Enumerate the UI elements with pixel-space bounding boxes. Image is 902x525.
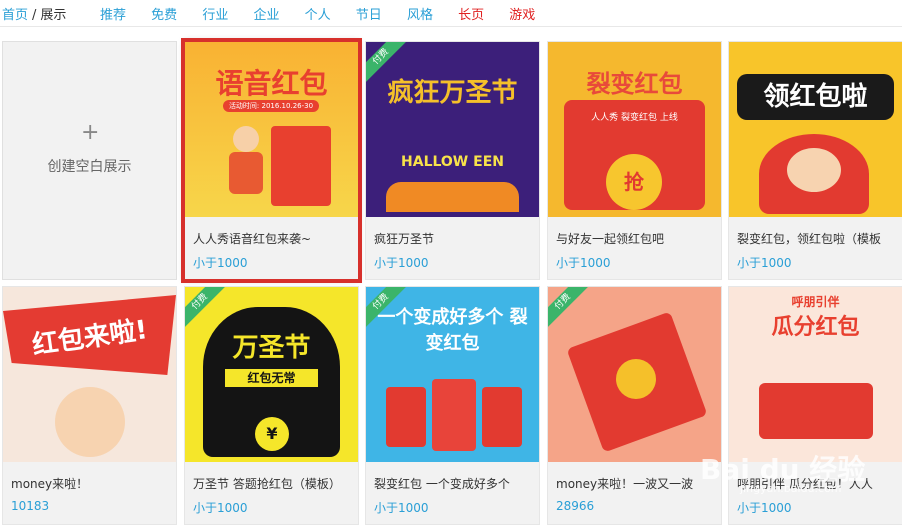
- template-card[interactable]: 领红包啦 裂变红包，领红包啦（模板 小于1000: [728, 41, 902, 280]
- template-caption: money来啦！一波又一波 28966: [548, 462, 721, 524]
- pumpkin-graphic: [386, 182, 519, 212]
- template-card[interactable]: 付费 money来啦！一波又一波 28966: [547, 286, 722, 525]
- create-blank-label: 创建空白展示: [47, 159, 132, 175]
- template-card[interactable]: 红包来啦! money来啦！ 10183: [2, 286, 177, 525]
- breadcrumb-current: 展示: [40, 8, 67, 23]
- template-title: 裂变红包，领红包啦（模板: [737, 232, 882, 246]
- thumbnail-subtitle: 红包无常: [225, 369, 318, 387]
- template-title: 与好友一起领红包吧: [556, 232, 665, 246]
- breadcrumb-separator: /: [32, 8, 37, 23]
- thumbnail-title: 万圣节: [232, 333, 311, 363]
- template-title: 万圣节 答题抢红包（模板）: [193, 477, 341, 491]
- template-price: 小于1000: [556, 256, 611, 270]
- watermark-url: jingyan.baidu.com: [740, 482, 842, 495]
- person-body-graphic: [229, 152, 263, 194]
- coin-icon: [616, 359, 656, 399]
- red-envelope-graphic: [271, 126, 331, 206]
- thumbnail-title: 瓜分红包: [771, 315, 860, 340]
- thumbnail-title: 领红包啦: [737, 74, 894, 120]
- person-graphic: [55, 387, 125, 457]
- nav-style[interactable]: 风格: [407, 4, 433, 23]
- template-thumbnail: 语音红包 活动时间: 2016.10.26-30: [185, 42, 358, 217]
- template-price: 小于1000: [374, 501, 429, 515]
- template-title: 裂变红包 一个变成好多个: [374, 477, 510, 491]
- nav-game[interactable]: 游戏: [509, 4, 535, 23]
- template-card[interactable]: 裂变红包 人人秀 裂变红包 上线 抢 与好友一起领红包吧 小于1000: [547, 41, 722, 280]
- template-caption: 疯狂万圣节 小于1000: [366, 217, 539, 279]
- template-caption: 裂变红包，领红包啦（模板 小于1000: [729, 217, 902, 279]
- red-envelope-graphic: [759, 383, 873, 439]
- thumbnail-subtitle: 呼朋引伴: [791, 295, 840, 309]
- red-envelope-graphic: [432, 379, 476, 451]
- nav-enterprise[interactable]: 企业: [253, 4, 279, 23]
- thumbnail-title: 疯狂万圣节: [387, 78, 518, 108]
- template-card[interactable]: 一个变成好多个 裂变红包 付费 裂变红包 一个变成好多个 小于1000: [365, 286, 540, 525]
- template-title: 疯狂万圣节: [374, 232, 435, 246]
- template-price: 10183: [11, 499, 50, 513]
- template-price: 小于1000: [374, 256, 429, 270]
- red-envelope-graphic: [386, 387, 426, 447]
- template-price: 小于1000: [193, 501, 248, 515]
- template-price: 小于1000: [737, 256, 792, 270]
- nav-holiday[interactable]: 节日: [356, 4, 382, 23]
- face-graphic: [787, 148, 841, 192]
- nav-recommend[interactable]: 推荐: [100, 4, 126, 23]
- template-thumbnail: 裂变红包 人人秀 裂变红包 上线 抢: [548, 42, 721, 217]
- nav-personal[interactable]: 个人: [305, 4, 331, 23]
- template-thumbnail: 呼朋引伴 瓜分红包: [729, 287, 902, 462]
- template-price: 小于1000: [193, 256, 248, 270]
- template-caption: money来啦！ 10183: [3, 462, 176, 524]
- thumbnail-title: 裂变红包: [586, 70, 683, 98]
- yuan-coin-icon: ¥: [255, 417, 289, 451]
- template-price: 小于1000: [737, 501, 792, 515]
- person-graphic: [233, 126, 259, 152]
- thumbnail-subtitle: HALLOW EEN: [401, 154, 504, 170]
- grab-coin-icon: 抢: [606, 154, 662, 210]
- nav-industry[interactable]: 行业: [202, 4, 228, 23]
- red-envelope-graphic: [482, 387, 522, 447]
- template-thumbnail: 疯狂万圣节 HALLOW EEN: [366, 42, 539, 217]
- template-caption: 与好友一起领红包吧 小于1000: [548, 217, 721, 279]
- template-price: 28966: [556, 499, 595, 513]
- nav-free[interactable]: 免费: [151, 4, 177, 23]
- template-thumbnail: [548, 287, 721, 462]
- top-nav-bar: 首页 / 展示 推荐 免费 行业 企业 个人 节日 风格 长页 游戏: [0, 0, 902, 27]
- template-title: money来啦！一波又一波: [556, 477, 694, 491]
- plus-icon: +: [81, 120, 100, 145]
- template-card[interactable]: 语音红包 活动时间: 2016.10.26-30 人人秀语音红包来袭~ 小于10…: [181, 38, 362, 283]
- template-thumbnail: 领红包啦: [729, 42, 902, 217]
- thumbnail-title: 一个变成好多个 裂变红包: [377, 307, 528, 354]
- thumbnail-subtitle: 人人秀 裂变红包 上线: [591, 113, 678, 123]
- template-caption: 万圣节 答题抢红包（模板） 小于1000: [185, 462, 358, 524]
- nav-long-page[interactable]: 长页: [458, 4, 484, 23]
- template-title: money来啦！: [11, 477, 89, 491]
- thumbnail-title: 语音红包: [215, 67, 328, 100]
- template-thumbnail: 红包来啦!: [3, 287, 176, 462]
- breadcrumb: 首页 / 展示: [2, 4, 66, 23]
- template-card[interactable]: 万圣节 红包无常 ¥ 付费 万圣节 答题抢红包（模板） 小于1000: [184, 286, 359, 525]
- template-title: 人人秀语音红包来袭~: [193, 232, 312, 246]
- category-nav: 推荐 免费 行业 企业 个人 节日 风格 长页 游戏: [100, 4, 556, 23]
- template-thumbnail: 一个变成好多个 裂变红包: [366, 287, 539, 462]
- create-blank-card[interactable]: + 创建空白展示: [2, 41, 177, 280]
- template-caption: 裂变红包 一个变成好多个 小于1000: [366, 462, 539, 524]
- template-caption: 人人秀语音红包来袭~ 小于1000: [185, 217, 358, 279]
- thumbnail-subtitle: 活动时间: 2016.10.26-30: [223, 100, 319, 112]
- breadcrumb-home-link[interactable]: 首页: [2, 8, 28, 23]
- template-card[interactable]: 疯狂万圣节 HALLOW EEN 付费 疯狂万圣节 小于1000: [365, 41, 540, 280]
- template-thumbnail: 万圣节 红包无常 ¥: [185, 287, 358, 462]
